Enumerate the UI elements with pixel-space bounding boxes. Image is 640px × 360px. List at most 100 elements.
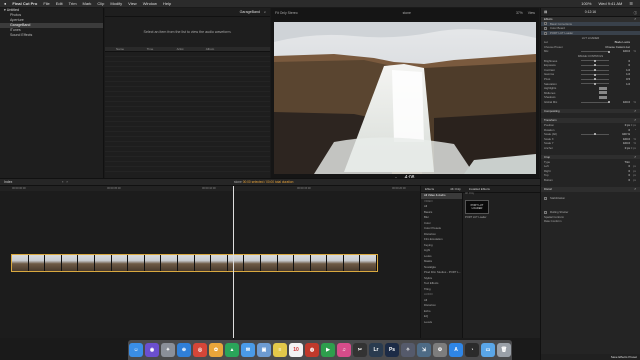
menu-help[interactable]: Help xyxy=(163,1,171,6)
timeline[interactable]: 00:00:00:00 00:00:05:00 00:00:10:00 00:00:1… xyxy=(0,186,420,338)
menu-trim[interactable]: Trim xyxy=(69,1,77,6)
effects-title: Effects xyxy=(425,187,435,191)
forward-arrow-icon[interactable]: › xyxy=(66,180,67,184)
menu-clip[interactable]: Clip xyxy=(97,1,104,6)
effects-header: Effects 4K Only Installed Effects xyxy=(421,186,540,193)
browser-panel: GarageBand ⌕ Select an item from the lis… xyxy=(105,8,270,178)
save-effects-preset-button[interactable]: Save Effects Preset xyxy=(611,355,637,359)
color-swatch[interactable] xyxy=(599,95,607,99)
effect-thumbnail[interactable]: PORT LUT LOADER xyxy=(465,200,489,214)
slider-knob[interactable] xyxy=(594,73,596,76)
timeline-toolbar: Index ‹ › stone 00:00 selected / 00:00 t… xyxy=(0,178,540,186)
compressor-icon[interactable]: ⇲ xyxy=(417,343,431,357)
browser-row[interactable] xyxy=(105,167,270,172)
slider-knob[interactable] xyxy=(594,78,596,81)
drive-icon[interactable]: ▲ xyxy=(225,343,239,357)
clip-thumbnail xyxy=(12,255,29,271)
slider-knob[interactable] xyxy=(594,64,596,67)
column-artist[interactable]: Artist xyxy=(165,47,195,51)
slider-track[interactable] xyxy=(581,51,609,53)
search-icon[interactable]: ⌕ xyxy=(264,10,266,14)
slider-knob[interactable] xyxy=(594,59,596,62)
menu-app-name[interactable]: Final Cut Pro xyxy=(12,1,37,6)
final-cut-icon[interactable]: ✂ xyxy=(353,343,367,357)
notification-center-icon[interactable]: ☰ xyxy=(629,1,633,6)
viewer-view-menu[interactable]: View xyxy=(528,11,535,15)
chrome-icon[interactable]: ◎ xyxy=(193,343,207,357)
checkbox[interactable] xyxy=(544,26,547,30)
timeline-clip[interactable] xyxy=(11,254,378,272)
effect-thumbnail-text: PORT LUT LOADER xyxy=(470,204,484,210)
checkbox[interactable] xyxy=(544,210,547,214)
clip-thumbnail xyxy=(128,255,145,271)
effect-category[interactable]: Levels xyxy=(421,320,462,326)
system-preferences-icon[interactable]: ⚙ xyxy=(433,343,447,357)
launchpad-icon[interactable]: ✦ xyxy=(161,343,175,357)
safari-icon[interactable]: ⊕ xyxy=(177,343,191,357)
viewer-header: Fit Only Stereo stone 37% View xyxy=(271,8,539,17)
menu-edit[interactable]: Edit xyxy=(56,1,63,6)
calendar-icon[interactable]: 10 xyxy=(289,343,303,357)
effect-category[interactable]: Pixel Film Studios - PORT L... xyxy=(421,270,462,276)
viewer-options[interactable]: Fit Only Stereo xyxy=(275,11,298,15)
back-arrow-icon[interactable]: ‹ xyxy=(62,180,63,184)
photoshop-icon[interactable]: Ps xyxy=(385,343,399,357)
color-swatch[interactable] xyxy=(599,86,607,90)
slider-knob[interactable] xyxy=(594,133,596,136)
lightroom-icon[interactable]: Lr xyxy=(369,343,383,357)
menu-modify[interactable]: Modify xyxy=(110,1,122,6)
playhead[interactable] xyxy=(233,186,234,338)
trash-icon[interactable]: 🗑 xyxy=(497,343,511,357)
menu-view[interactable]: View xyxy=(128,1,137,6)
clip-thumbnail xyxy=(343,255,361,271)
itunes-icon[interactable]: ♫ xyxy=(337,343,351,357)
apple-menu-icon[interactable]: ● xyxy=(4,1,6,6)
clip-thumbnail xyxy=(111,255,129,271)
video-inspector-icon[interactable]: ▤ xyxy=(544,10,547,14)
siri-icon[interactable]: ◉ xyxy=(145,343,159,357)
battery-status[interactable]: 100% xyxy=(581,1,591,6)
waterfall-image xyxy=(274,22,536,174)
slider-knob[interactable] xyxy=(608,50,610,53)
preview-icon[interactable]: ▣ xyxy=(257,343,271,357)
filter-installed-effects[interactable]: Installed Effects xyxy=(465,187,494,191)
clock[interactable]: Wed 9:41 AM xyxy=(598,1,622,6)
notes-icon[interactable]: ≡ xyxy=(273,343,287,357)
mail-icon[interactable]: ✉ xyxy=(241,343,255,357)
filter-4k-only[interactable]: 4K Only xyxy=(446,187,465,191)
info-icon[interactable]: ⓘ xyxy=(634,10,637,15)
column-album[interactable]: Album xyxy=(195,47,225,51)
checkbox[interactable] xyxy=(544,31,547,35)
slider-knob[interactable] xyxy=(594,69,596,72)
photos-icon[interactable]: ✿ xyxy=(209,343,223,357)
menu-window[interactable]: Window xyxy=(143,1,157,6)
menu-file[interactable]: File xyxy=(43,1,49,6)
inspector-row[interactable]: Rate Conform xyxy=(541,219,640,224)
checkbox[interactable] xyxy=(544,196,547,200)
video-frame[interactable] xyxy=(274,22,536,174)
photo-booth-icon[interactable]: ◍ xyxy=(305,343,319,357)
menu-mark[interactable]: Mark xyxy=(83,1,92,6)
slider-track[interactable] xyxy=(581,101,609,103)
slider-knob[interactable] xyxy=(608,101,610,104)
clip-thumbnail xyxy=(227,255,245,271)
viewer-zoom[interactable]: 37% xyxy=(516,11,523,15)
library-item[interactable]: Sound Effects xyxy=(0,33,103,38)
column-name[interactable]: Name xyxy=(105,47,135,51)
index-button[interactable]: Index xyxy=(4,180,12,184)
viewer-panel: Fit Only Stereo stone 37% View xyxy=(271,8,539,182)
logic-icon[interactable]: ◔ xyxy=(465,343,479,357)
clip-thumbnail xyxy=(94,255,112,271)
folder-icon[interactable]: ▭ xyxy=(481,343,495,357)
color-swatch[interactable] xyxy=(599,91,607,95)
column-time[interactable]: Time xyxy=(135,47,165,51)
checkbox[interactable] xyxy=(544,22,547,26)
timeline-ruler[interactable]: 00:00:00:00 00:00:05:00 00:00:10:00 00:00:1… xyxy=(0,186,420,191)
app-store-icon[interactable]: A xyxy=(449,343,463,357)
clip-thumbnail xyxy=(194,255,212,271)
finder-icon[interactable]: ☺ xyxy=(129,343,143,357)
inspector-rows: Effects ↺ Basic Corrections Color Board PORT… xyxy=(541,17,640,224)
slider-knob[interactable] xyxy=(594,82,596,85)
motion-icon[interactable]: ✧ xyxy=(401,343,415,357)
facetime-icon[interactable]: ▶ xyxy=(321,343,335,357)
